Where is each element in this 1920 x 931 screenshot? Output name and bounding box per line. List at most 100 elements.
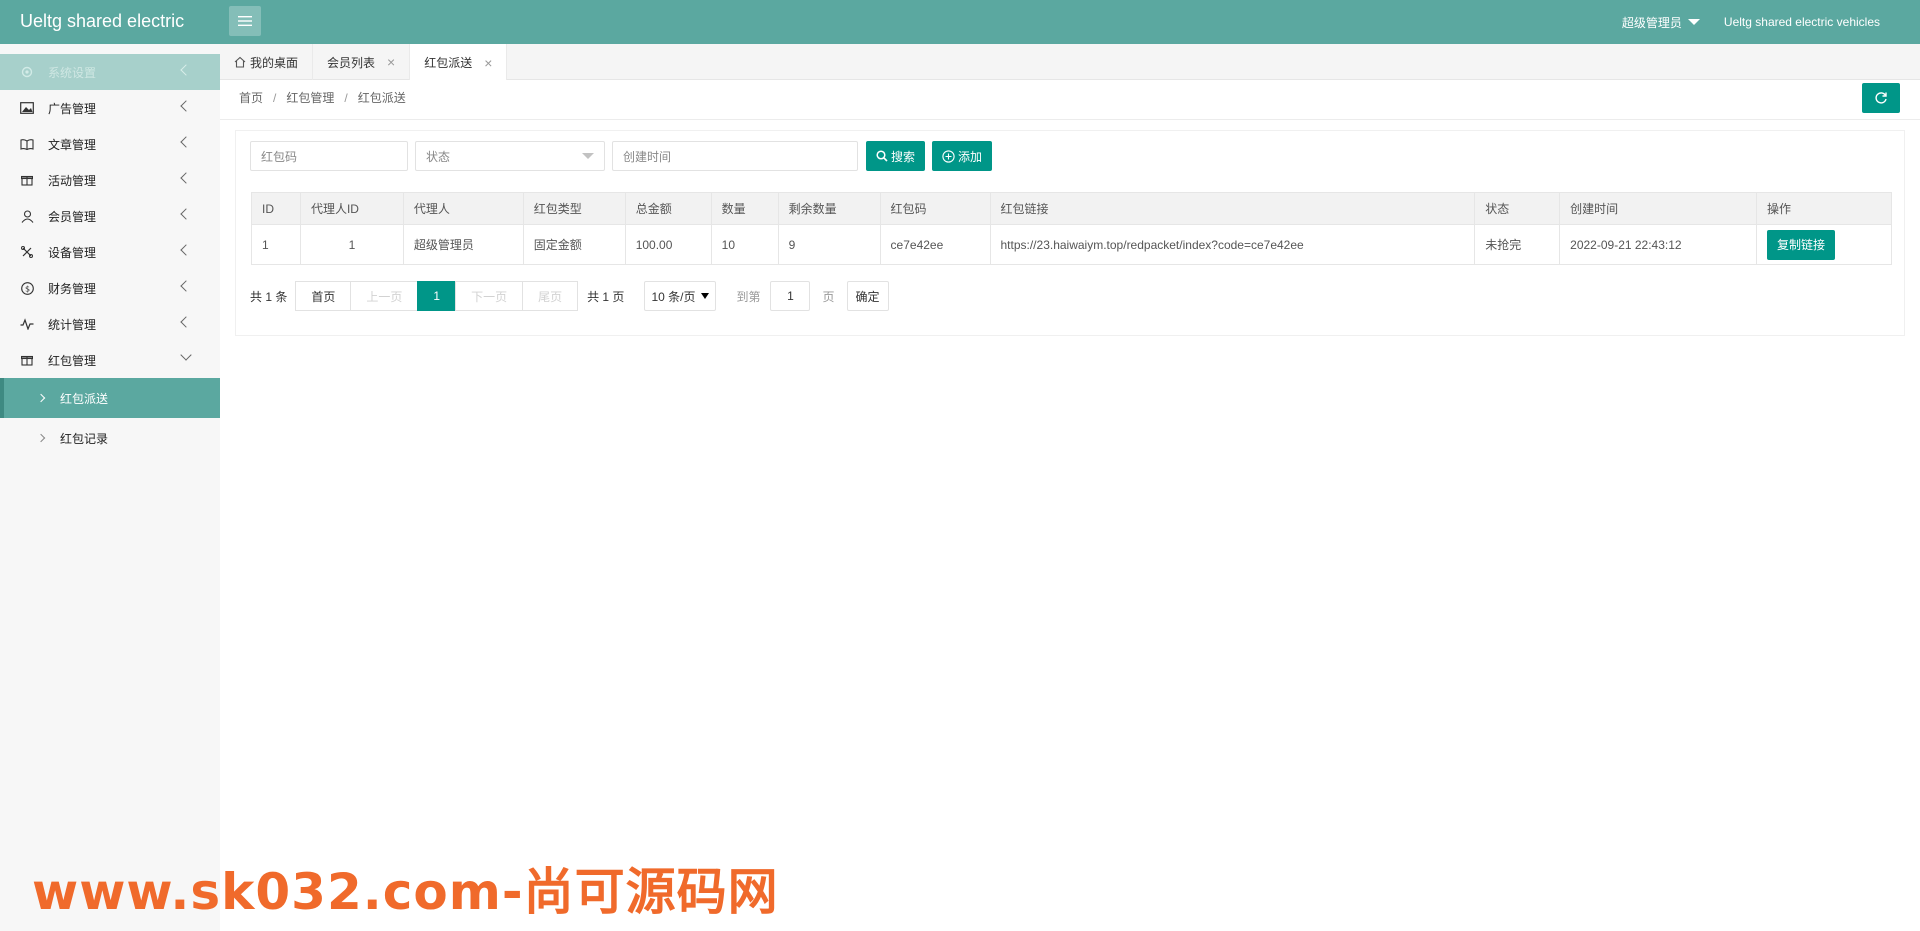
pager-prev[interactable]: 上一页 [350,281,419,311]
col-agent-id: 代理人ID [299,192,404,225]
search-icon [876,150,888,162]
copy-link-button[interactable]: 复制链接 [1767,229,1836,260]
breadcrumb: 首页 / 红包管理 / 红包派送 [239,80,406,116]
sidebar-item-label: 广告管理 [48,101,97,116]
table-header-row: ID 代理人ID 代理人 红包类型 总金额 数量 剩余数量 红包码 红包链接 状… [251,192,1892,225]
chevron-left-icon [180,244,192,256]
cell-count: 10 [710,224,779,265]
chevron-left-icon [180,136,192,148]
sidebar-item-label: 财务管理 [48,281,97,296]
close-icon[interactable]: × [387,54,395,70]
sidebar-item-activities[interactable]: 活动管理 [0,162,220,198]
pager-current[interactable]: 1 [417,281,457,311]
header-app-name[interactable]: Ueltg shared electric vehicles [1724,15,1880,29]
close-icon[interactable]: × [484,55,492,71]
col-id: ID [251,192,301,225]
cell-agent-id: 1 [299,224,404,265]
top-header: Ueltg shared electric 超级管理员 Ueltg shared… [0,0,1920,44]
redpacket-code-input[interactable]: 红包码 [250,141,408,171]
refresh-icon [1875,92,1887,104]
gift-icon [20,353,34,367]
caret-down-icon [1687,19,1700,25]
breadcrumb-separator: / [273,91,277,105]
add-button[interactable]: 添加 [932,141,993,171]
chevron-left-icon [180,100,192,112]
col-total: 总金额 [624,192,712,225]
created-time-input[interactable]: 创建时间 [612,141,858,171]
col-count: 数量 [710,192,779,225]
cell-link: https://23.haiwaiym.top/redpacket/index?… [989,224,1476,265]
add-circle-icon [942,149,955,163]
pager-page-unit: 页 [822,289,835,304]
chevron-right-icon [36,433,46,443]
status-select[interactable]: 状态 [415,141,605,171]
refresh-button[interactable] [1862,83,1900,113]
sidebar-subitem-redpacket-send[interactable]: 红包派送 [0,378,220,418]
sidebar-item-finance[interactable]: $ 财务管理 [0,270,220,306]
tools-icon [20,245,34,259]
sidebar-subitem-redpacket-records[interactable]: 红包记录 [0,418,220,458]
sidebar-item-label: 文章管理 [48,137,97,152]
chevron-left-icon [180,208,192,220]
col-code: 红包码 [879,192,991,225]
sidebar-item-ads[interactable]: 广告管理 [0,90,220,126]
pager-total: 共 1 条 [250,289,288,304]
input-placeholder: 红包码 [261,149,298,164]
pulse-icon [20,317,34,331]
user-icon [20,209,34,223]
tab-member-list[interactable]: 会员列表 × [313,44,411,80]
tab-label: 会员列表 [327,55,376,70]
col-type: 红包类型 [522,192,626,225]
search-button-label: 搜索 [891,149,916,164]
gear-icon [20,65,34,79]
goto-page-input[interactable]: 1 [770,281,811,311]
sidebar: 系统设置 广告管理 文章管理 活动管理 会员管理 设备管理 $ 财务管理 统计管… [0,44,220,931]
user-menu[interactable]: 超级管理员 [1622,14,1700,31]
pager-last[interactable]: 尾页 [522,281,579,311]
breadcrumb-bar: 首页 / 红包管理 / 红包派送 [220,80,1920,120]
pager-next[interactable]: 下一页 [455,281,524,311]
sidebar-item-statistics[interactable]: 统计管理 [0,306,220,342]
caret-down-icon [701,293,710,299]
sidebar-toggle-button[interactable] [229,6,261,36]
filter-bar: 红包码 状态 创建时间 搜索 添加 [250,141,993,171]
sidebar-item-devices[interactable]: 设备管理 [0,234,220,270]
breadcrumb-section[interactable]: 红包管理 [286,91,334,105]
app-logo: Ueltg shared electric [20,11,185,31]
sidebar-item-members[interactable]: 会员管理 [0,198,220,234]
chevron-left-icon [180,64,192,76]
pager-goto-label: 到第 [736,289,761,304]
cell-created: 2022-09-21 22:43:12 [1559,224,1757,265]
per-page-value: 10 条/页 [651,289,696,304]
watermark-text: www.sk032.com-尚可源码网 [32,863,779,921]
col-status: 状态 [1474,192,1561,225]
cell-status: 未抢完 [1474,224,1561,265]
cell-type: 固定金额 [522,224,626,265]
sidebar-item-system[interactable]: 系统设置 [0,54,220,90]
pager-first[interactable]: 首页 [295,281,352,311]
add-button-label: 添加 [958,149,983,164]
col-actions: 操作 [1756,192,1892,225]
search-button[interactable]: 搜索 [866,141,926,171]
sidebar-item-redpacket[interactable]: 红包管理 [0,342,220,378]
sidebar-subitem-label: 红包记录 [60,431,109,446]
caret-down-icon [582,153,594,159]
breadcrumb-home[interactable]: 首页 [239,91,263,105]
sidebar-item-label: 活动管理 [48,173,97,188]
select-placeholder: 状态 [426,149,451,164]
sidebar-item-label: 会员管理 [48,209,97,224]
pagination: 共 1 条 首页 上一页 1 下一页 尾页 共 1 页 10 条/页 到第 1 … [250,281,889,311]
sidebar-item-articles[interactable]: 文章管理 [0,126,220,162]
tab-redpacket-send[interactable]: 红包派送 × [410,44,508,81]
sidebar-item-label: 系统设置 [48,65,97,80]
tab-label: 我的桌面 [250,55,299,70]
tab-desktop[interactable]: 我的桌面 [220,44,314,80]
sidebar-subitem-label: 红包派送 [60,391,109,406]
cell-agent: 超级管理员 [402,224,524,265]
cell-actions: 复制链接 [1756,224,1892,265]
goto-confirm-button[interactable]: 确定 [846,281,889,311]
gift-icon [20,173,34,187]
breadcrumb-current: 红包派送 [357,91,406,105]
per-page-select[interactable]: 10 条/页 [644,281,717,311]
cell-code: ce7e42ee [879,224,991,265]
